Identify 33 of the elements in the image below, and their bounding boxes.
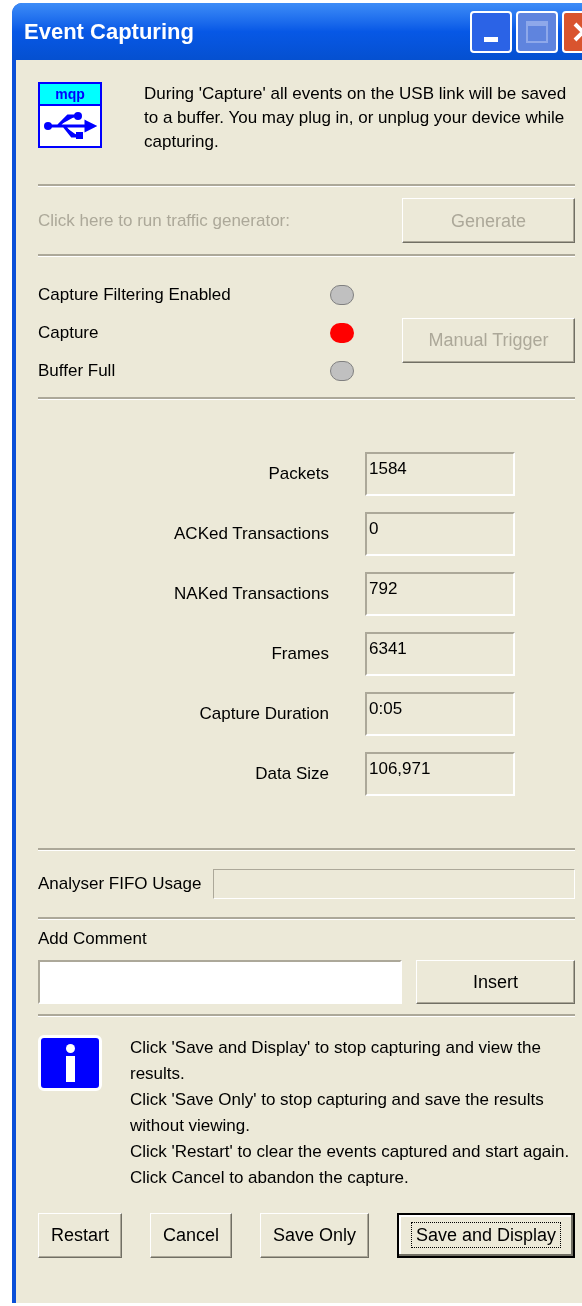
comment-label: Add Comment (38, 928, 148, 950)
stat-label: NAKed Transactions (173, 583, 330, 606)
usb-logo-icon: mqp (38, 82, 102, 148)
info-icon (38, 1034, 102, 1091)
stat-label: Capture Duration (198, 703, 330, 726)
window-title: Event Capturing (24, 18, 195, 46)
stat-field: 0:05 (365, 692, 515, 736)
info-text: Click 'Save Only' to stop capturing and save the results without viewing. (130, 1088, 545, 1137)
info-text: Click 'Restart' to clear the events captured and start again. (130, 1140, 571, 1163)
stat-field: 106,971 (365, 752, 515, 796)
dialog-button[interactable]: Cancel (149, 1212, 232, 1258)
indicator-label: Buffer Full (38, 360, 117, 383)
stat-label: Data Size (254, 763, 330, 786)
info-text: Click Cancel to abandon the capture. (130, 1166, 410, 1189)
dialog-button[interactable]: Save Only (259, 1212, 369, 1258)
stat-label: Frames (270, 643, 330, 666)
indicator-label: Capture (38, 322, 100, 345)
indicator-label: Capture Filtering Enabled (38, 284, 232, 307)
stat-field: 0 (365, 512, 515, 556)
stat-label: Packets (267, 463, 330, 486)
comment-field[interactable] (38, 959, 402, 1004)
dialog-button[interactable]: Save and Display (396, 1212, 575, 1258)
dialog-button[interactable]: Restart (38, 1212, 123, 1258)
generator-label: Click here to run traffic generator: (38, 209, 290, 232)
minimize-button[interactable] (470, 10, 512, 53)
stat-field: 6341 (365, 632, 515, 676)
fifo-label: Analyser FIFO Usage (38, 873, 202, 896)
stat-field: 1584 (365, 452, 515, 496)
stat-field: 792 (365, 572, 515, 616)
stat-label: ACKed Transactions (173, 523, 330, 546)
intro-text: During 'Capture' all events on the USB link will be saved to a buffer. You may plug in, or unplug your device while capturing. (144, 83, 568, 153)
insert-button[interactable]: Insert (416, 959, 575, 1004)
info-text: Click 'Save and Display' to stop capturing and view the results. (130, 1036, 542, 1085)
